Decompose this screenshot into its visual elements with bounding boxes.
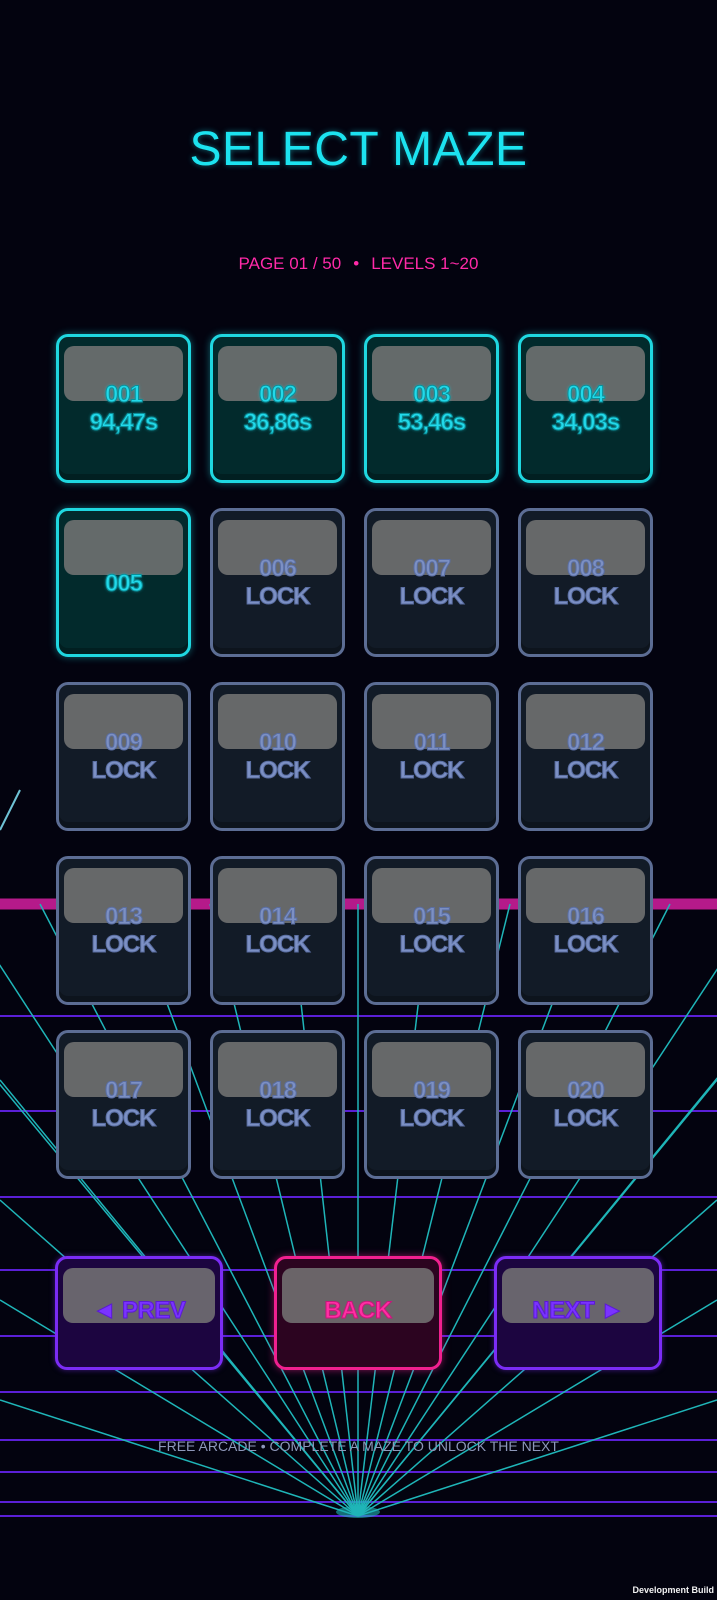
best-time: 53,46s (397, 409, 466, 437)
level-tile-004[interactable]: 004 34,03s (518, 334, 653, 483)
lock-label: LOCK (245, 931, 311, 959)
level-number: 015 (412, 903, 451, 931)
level-number: 006 (258, 555, 297, 583)
back-button[interactable]: BACK (274, 1256, 442, 1370)
lock-label: LOCK (245, 1105, 311, 1133)
level-number: 001 (104, 381, 143, 409)
level-range: LEVELS 1~20 (371, 254, 479, 273)
level-tile-007[interactable]: 007 LOCK (364, 508, 499, 657)
vanishing-point-glow (336, 1506, 380, 1518)
next-button[interactable]: NEXT ► (494, 1256, 662, 1370)
level-tile-009[interactable]: 009 LOCK (56, 682, 191, 831)
next-button-label: NEXT ► (532, 1297, 625, 1325)
level-number: 005 (104, 570, 143, 598)
level-tile-015[interactable]: 015 LOCK (364, 856, 499, 1005)
level-tile-006[interactable]: 006 LOCK (210, 508, 345, 657)
best-time: 36,86s (243, 409, 312, 437)
lock-label: LOCK (553, 1105, 619, 1133)
level-number: 004 (566, 381, 605, 409)
level-tile-010[interactable]: 010 LOCK (210, 682, 345, 831)
page-subtitle: PAGE 01 / 50 • LEVELS 1~20 (0, 254, 717, 274)
grid-ray (0, 1399, 359, 1517)
level-tile-001[interactable]: 001 94,47s (56, 334, 191, 483)
best-time: 94,47s (89, 409, 158, 437)
level-number: 019 (412, 1077, 451, 1105)
light-streak (0, 789, 21, 831)
level-number: 003 (412, 381, 451, 409)
tile-shine (64, 520, 183, 575)
level-tile-002[interactable]: 002 36,86s (210, 334, 345, 483)
lock-label: LOCK (91, 931, 157, 959)
lock-label: LOCK (553, 583, 619, 611)
level-number: 002 (258, 381, 297, 409)
lock-label: LOCK (399, 931, 465, 959)
level-tile-017[interactable]: 017 LOCK (56, 1030, 191, 1179)
level-number: 016 (566, 903, 605, 931)
level-tile-003[interactable]: 003 53,46s (364, 334, 499, 483)
level-number: 007 (412, 555, 451, 583)
level-tile-018[interactable]: 018 LOCK (210, 1030, 345, 1179)
subtitle-separator: • (353, 254, 360, 273)
lock-label: LOCK (399, 583, 465, 611)
level-tile-012[interactable]: 012 LOCK (518, 682, 653, 831)
level-number: 009 (104, 729, 143, 757)
lock-label: LOCK (245, 583, 311, 611)
development-build-label: Development Build (632, 1585, 714, 1595)
grid-ray (357, 1399, 717, 1517)
level-number: 011 (413, 729, 451, 757)
level-number: 013 (104, 903, 143, 931)
level-number: 017 (104, 1077, 143, 1105)
level-number: 012 (566, 729, 605, 757)
prev-button[interactable]: ◄ PREV (55, 1256, 223, 1370)
lock-label: LOCK (91, 1105, 157, 1133)
lock-label: LOCK (91, 757, 157, 785)
level-number: 008 (566, 555, 605, 583)
level-tile-013[interactable]: 013 LOCK (56, 856, 191, 1005)
footer-hint: FREE ARCADE • COMPLETE A MAZE TO UNLOCK … (158, 1438, 559, 1454)
level-number: 010 (258, 729, 297, 757)
lock-label: LOCK (553, 757, 619, 785)
lock-label: LOCK (399, 1105, 465, 1133)
level-number: 020 (566, 1077, 605, 1105)
level-number: 018 (258, 1077, 297, 1105)
level-tile-016[interactable]: 016 LOCK (518, 856, 653, 1005)
page-indicator: PAGE 01 / 50 (238, 254, 342, 273)
lock-label: LOCK (399, 757, 465, 785)
page-title: SELECT MAZE (189, 123, 528, 176)
level-tile-008[interactable]: 008 LOCK (518, 508, 653, 657)
level-tile-011[interactable]: 011 LOCK (364, 682, 499, 831)
lock-label: LOCK (553, 931, 619, 959)
prev-button-label: ◄ PREV (92, 1297, 186, 1325)
level-tile-014[interactable]: 014 LOCK (210, 856, 345, 1005)
level-tile-019[interactable]: 019 LOCK (364, 1030, 499, 1179)
level-tile-020[interactable]: 020 LOCK (518, 1030, 653, 1179)
best-time: 34,03s (551, 409, 620, 437)
back-button-label: BACK (324, 1297, 393, 1325)
lock-label: LOCK (245, 757, 311, 785)
level-tile-005[interactable]: 005 (56, 508, 191, 657)
level-number: 014 (258, 903, 297, 931)
